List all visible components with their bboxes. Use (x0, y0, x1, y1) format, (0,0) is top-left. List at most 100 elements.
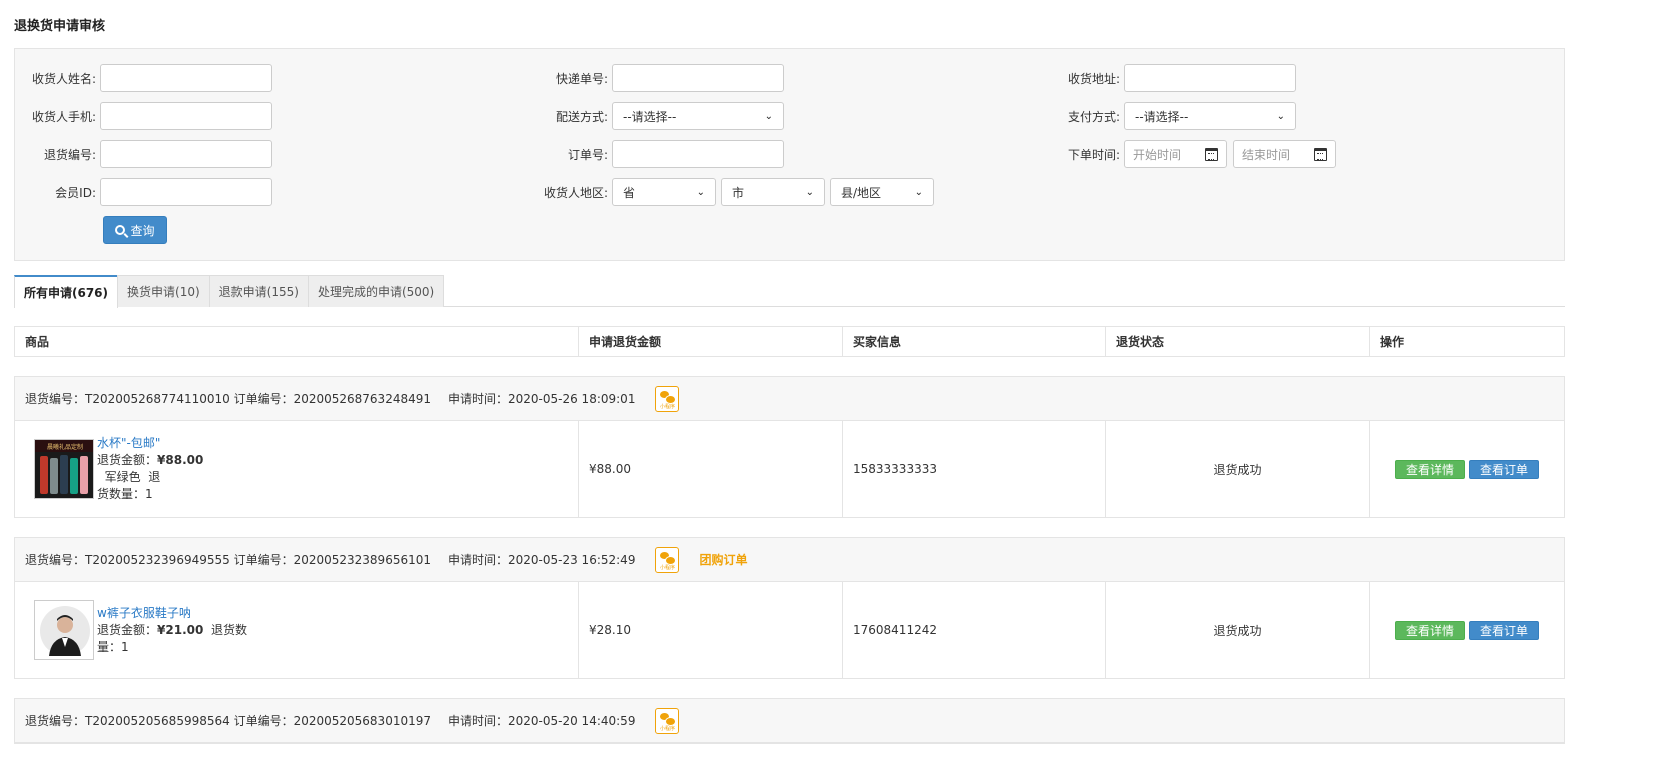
order-time-label: 下单时间: (1067, 147, 1120, 162)
province-select-value: 省 (623, 185, 636, 200)
end-date-placeholder: 结束时间 (1242, 147, 1291, 162)
product-cell: 晨曦礼品定制 水杯"-包邮" 退货金额：¥88.00 军绿色 退 货数量：1 (15, 421, 579, 517)
order-numbers: 退货编号：T202005232396949555 订单编号：2020052323… (25, 553, 431, 567)
calendar-icon[interactable] (1314, 147, 1327, 161)
view-order-button[interactable]: 查看订单 (1469, 459, 1540, 479)
express-no-label: 快递单号: (555, 71, 608, 86)
view-order-button[interactable]: 查看订单 (1469, 620, 1540, 640)
filter-member-id: 会员ID: (20, 178, 272, 206)
column-header-apply-amount: 申请退货金额 (579, 327, 843, 356)
page-title: 退换货申请审核 (14, 19, 106, 34)
filter-order-time: 下单时间: 开始时间 结束时间 (1044, 140, 1342, 168)
column-header-product: 商品 (15, 327, 579, 356)
chevron-down-icon: ⌄ (914, 186, 923, 198)
product-info: 水杯"-包邮" 退货金额：¥88.00 军绿色 退 货数量：1 (97, 435, 262, 503)
column-header-buyer: 买家信息 (843, 327, 1106, 356)
chevron-down-icon: ⌄ (696, 186, 705, 198)
delivery-label: 配送方式: (555, 109, 608, 124)
start-date-placeholder: 开始时间 (1133, 147, 1182, 162)
receiver-phone-input[interactable] (100, 102, 272, 130)
table-row: w裤子衣服鞋子呐 退货金额：¥21.00 退货数 量：1 ¥28.10 1760… (15, 582, 1564, 678)
address-label: 收货地址: (1067, 71, 1120, 86)
svg-text:晨曦礼品定制: 晨曦礼品定制 (47, 443, 83, 451)
payment-select[interactable]: --请选择-- ⌄ (1124, 102, 1296, 130)
apply-time: 申请时间：2020-05-20 14:40:59 (448, 714, 636, 728)
region-label: 收货人地区: (543, 185, 608, 200)
order-header: 退货编号：T202005268774110010 订单编号：2020052687… (15, 377, 1564, 421)
return-qty: 货数量：1 (97, 487, 153, 501)
province-select[interactable]: 省 ⌄ (612, 178, 716, 206)
filter-receiver-phone: 收货人手机: (20, 102, 272, 130)
order-card: 退货编号：T202005232396949555 订单编号：2020052323… (14, 537, 1565, 679)
column-header-actions: 操作 (1380, 335, 1405, 349)
mini-program-icon: 小程序 (655, 707, 680, 734)
filter-panel: 收货人姓名: 收货人手机: 退货编号: 会员ID: 查询 快递单号: 配送方式:… (14, 48, 1565, 261)
status-cell: 退货成功 (1106, 582, 1370, 678)
table-row: 晨曦礼品定制 水杯"-包邮" 退货金额：¥88.00 军绿色 退 货数量：1 ¥… (15, 421, 1564, 517)
product-name-link[interactable]: w裤子衣服鞋子呐 (97, 605, 262, 622)
product-cell: w裤子衣服鞋子呐 退货金额：¥21.00 退货数 量：1 (15, 582, 579, 678)
return-no-label: 退货编号: (43, 147, 96, 162)
apply-time: 申请时间：2020-05-26 18:09:01 (448, 392, 636, 406)
chevron-down-icon: ⌄ (1276, 110, 1285, 122)
return-amount-line: 退货金额：¥21.00 退货数 (97, 622, 247, 637)
product-name-link[interactable]: 水杯"-包邮" (97, 435, 262, 452)
filter-order-no: 订单号: (532, 140, 784, 168)
city-select-value: 市 (732, 185, 745, 200)
member-id-input[interactable] (100, 178, 272, 206)
query-button[interactable]: 查询 (103, 216, 167, 244)
payment-label: 支付方式: (1067, 109, 1120, 124)
order-no-label: 订单号: (567, 147, 608, 162)
return-no-input[interactable] (100, 140, 272, 168)
address-input[interactable] (1124, 64, 1296, 92)
query-button-label: 查询 (130, 223, 155, 238)
express-no-input[interactable] (612, 64, 784, 92)
return-qty: 量：1 (97, 639, 129, 654)
apply-time: 申请时间：2020-05-23 16:52:49 (448, 553, 636, 567)
return-amount-line: 退货金额：¥88.00 军绿色 退 (97, 453, 204, 484)
tab-completed-applications[interactable]: 处理完成的申请(500) (307, 275, 445, 307)
product-thumbnail[interactable] (34, 600, 94, 660)
payment-select-value: --请选择-- (1135, 109, 1189, 124)
tab-bar: 所有申请(676) 换货申请(10) 退款申请(155) 处理完成的申请(500… (14, 275, 1565, 308)
order-card: 退货编号：T202005205685998564 订单编号：2020052056… (14, 698, 1565, 744)
chevron-down-icon: ⌄ (805, 186, 814, 198)
receiver-phone-label: 收货人手机: (31, 109, 96, 124)
actions-cell: 查看详情 查看订单 (1370, 582, 1564, 678)
calendar-icon[interactable] (1205, 147, 1218, 161)
city-select[interactable]: 市 ⌄ (721, 178, 825, 206)
view-detail-button[interactable]: 查看详情 (1394, 459, 1465, 479)
filter-address: 收货地址: (1044, 64, 1296, 92)
order-numbers: 退货编号：T202005268774110010 订单编号：2020052687… (25, 392, 431, 406)
mini-program-icon: 小程序 (655, 385, 680, 412)
filter-express-no: 快递单号: (532, 64, 784, 92)
county-select[interactable]: 县/地区 ⌄ (830, 178, 934, 206)
tab-refund-applications[interactable]: 退款申请(155) (208, 275, 309, 307)
county-select-value: 县/地区 (841, 185, 882, 200)
search-icon (115, 225, 126, 235)
order-numbers: 退货编号：T202005205685998564 订单编号：2020052056… (25, 714, 431, 728)
tab-exchange-applications[interactable]: 换货申请(10) (117, 275, 210, 307)
status-cell: 退货成功 (1106, 421, 1370, 517)
end-date-input[interactable]: 结束时间 (1233, 140, 1336, 168)
product-info: w裤子衣服鞋子呐 退货金额：¥21.00 退货数 量：1 (97, 605, 262, 656)
order-no-input[interactable] (612, 140, 784, 168)
buyer-cell: 17608411242 (843, 582, 1106, 678)
column-header-status: 退货状态 (1106, 327, 1370, 356)
order-header: 退货编号：T202005205685998564 订单编号：2020052056… (15, 699, 1564, 743)
product-thumbnail[interactable]: 晨曦礼品定制 (34, 439, 94, 499)
chevron-down-icon: ⌄ (764, 110, 773, 122)
delivery-select-value: --请选择-- (623, 109, 677, 124)
start-date-input[interactable]: 开始时间 (1124, 140, 1227, 168)
filter-region: 收货人地区: 省 ⌄ 市 ⌄ 县/地区 ⌄ (532, 178, 934, 206)
filter-payment: 支付方式: --请选择-- ⌄ (1044, 102, 1296, 130)
mini-program-icon: 小程序 (655, 546, 680, 573)
receiver-name-input[interactable] (100, 64, 272, 92)
tab-all-applications[interactable]: 所有申请(676) (14, 275, 119, 308)
view-detail-button[interactable]: 查看详情 (1394, 620, 1465, 640)
order-header: 退货编号：T202005232396949555 订单编号：2020052323… (15, 538, 1564, 582)
member-id-label: 会员ID: (55, 185, 96, 200)
delivery-select[interactable]: --请选择-- ⌄ (612, 102, 784, 130)
filter-return-no: 退货编号: (20, 140, 272, 168)
actions-cell: 查看详情 查看订单 (1370, 421, 1564, 517)
